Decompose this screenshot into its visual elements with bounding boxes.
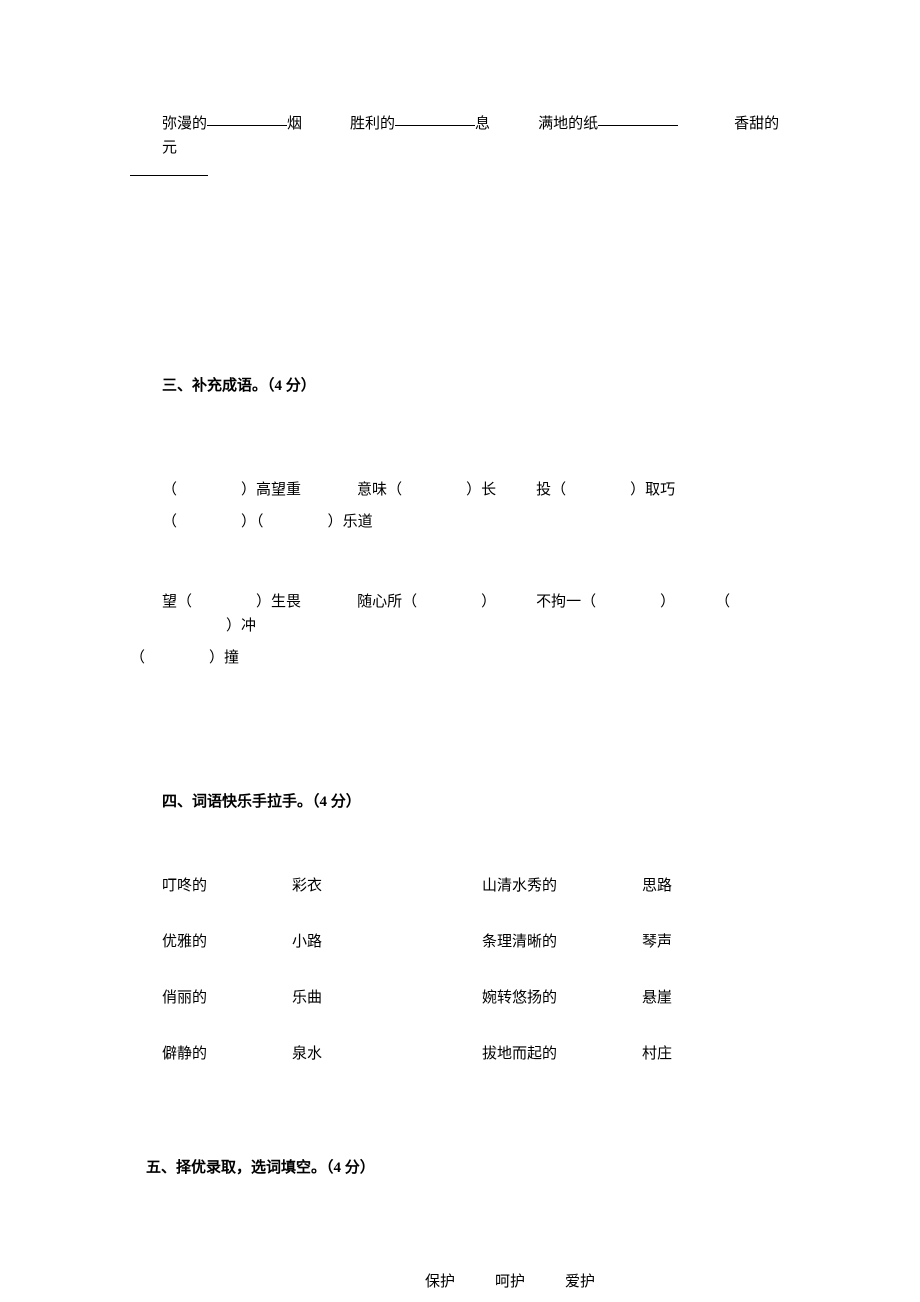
idiom-text: 取巧 [645, 482, 675, 498]
paren-close: ） [209, 650, 224, 666]
paren-open: （ [387, 482, 402, 498]
paren-close: ） [660, 594, 675, 610]
matching-row: 叮咚的 彩衣 山清水秀的 思路 [162, 874, 790, 898]
idiom-text: 撞 [224, 650, 239, 666]
idiom-text: 投 [536, 482, 551, 498]
match-left-word[interactable]: 叮咚的 [162, 874, 292, 898]
match-left-target[interactable]: 彩衣 [292, 874, 482, 898]
match-left-word[interactable]: 僻静的 [162, 1042, 292, 1066]
idiom-row-3: 望（）生畏随心所（）不拘一（）（）冲 [130, 590, 790, 638]
matching-section: 叮咚的 彩衣 山清水秀的 思路 优雅的 小路 条理清晰的 琴声 俏丽的 乐曲 婉… [130, 874, 790, 1066]
section-5-title: 五、择优录取，选词填空。（4 分） [130, 1156, 790, 1180]
section-4-title: 四、词语快乐手拉手。（4 分） [130, 790, 790, 814]
idiom-section: （）高望重意味（）长投（）取巧 （）（）乐道 望（）生畏随心所（）不拘一（）（）… [130, 478, 790, 670]
text-suffix-2: 息 [475, 116, 490, 132]
idiom-text: 随心所 [357, 594, 402, 610]
matching-row: 俏丽的 乐曲 婉转悠扬的 悬崖 [162, 986, 790, 1010]
idiom-text: 不拘一 [536, 594, 581, 610]
blank-input-4[interactable] [130, 158, 208, 176]
paren-open: （ [551, 482, 566, 498]
idiom-row-2: （）（）乐道 [130, 510, 790, 534]
match-right-target[interactable]: 悬崖 [642, 986, 722, 1010]
word-option: 爱护 [565, 1274, 595, 1290]
paren-close: ） [226, 618, 241, 634]
idiom-text: 高望重 [256, 482, 301, 498]
paren-open: （ [581, 594, 596, 610]
match-right-word[interactable]: 条理清晰的 [482, 930, 642, 954]
match-right-target[interactable]: 琴声 [642, 930, 722, 954]
idiom-row-4: （ ）撞 [130, 646, 790, 670]
paren-close: ） [630, 482, 645, 498]
word-option: 呵护 [495, 1274, 525, 1290]
idiom-text: 望 [162, 594, 177, 610]
fill-blank-section: 弥漫的烟胜利的息满地的纸香甜的元 [130, 110, 790, 186]
paren-close: ） [466, 482, 481, 498]
match-right-word[interactable]: 婉转悠扬的 [482, 986, 642, 1010]
match-left-target[interactable]: 泉水 [292, 1042, 482, 1066]
word-option: 保护 [425, 1274, 455, 1290]
paren-open: （ [256, 514, 264, 530]
idiom-text: 生畏 [271, 594, 301, 610]
word-options-row: 保护 呵护 爱护 [130, 1270, 790, 1294]
paren-close: ） [241, 482, 256, 498]
paren-open: （ [162, 514, 177, 530]
paren-close: ） [481, 594, 496, 610]
section-3-title: 三、补充成语。（4 分） [130, 374, 790, 398]
paren-close: ） [256, 594, 271, 610]
idiom-row-1: （）高望重意味（）长投（）取巧 [130, 478, 790, 502]
match-right-target[interactable]: 村庄 [642, 1042, 722, 1066]
blank-input-2[interactable] [395, 108, 475, 126]
text-prefix-2: 胜利的 [350, 116, 395, 132]
paren-open: （ [177, 594, 192, 610]
idiom-text: 意味 [357, 482, 387, 498]
match-left-word[interactable]: 俏丽的 [162, 986, 292, 1010]
match-right-word[interactable]: 拔地而起的 [482, 1042, 642, 1066]
paren-close: ） [328, 514, 343, 530]
text-prefix-1: 弥漫的 [162, 116, 207, 132]
matching-row: 僻静的 泉水 拔地而起的 村庄 [162, 1042, 790, 1066]
match-right-word[interactable]: 山清水秀的 [482, 874, 642, 898]
blank-input-1[interactable] [207, 108, 287, 126]
fill-blank-line-1: 弥漫的烟胜利的息满地的纸香甜的元 [130, 110, 790, 160]
paren-open: （ [162, 482, 177, 498]
match-left-word[interactable]: 优雅的 [162, 930, 292, 954]
fill-blank-line-2 [130, 160, 790, 186]
paren-open: （ [402, 594, 417, 610]
matching-row: 优雅的 小路 条理清晰的 琴声 [162, 930, 790, 954]
paren-open: （ [130, 650, 145, 666]
match-left-target[interactable]: 乐曲 [292, 986, 482, 1010]
idiom-text: 乐道 [343, 514, 373, 530]
blank-input-3[interactable] [598, 108, 678, 126]
paren-close: ） [241, 514, 256, 530]
text-prefix-3: 满地的纸 [538, 116, 598, 132]
text-suffix-1: 烟 [287, 116, 302, 132]
idiom-text: 冲 [241, 618, 256, 634]
paren-open: （ [715, 594, 730, 610]
idiom-text: 长 [481, 482, 496, 498]
match-right-target[interactable]: 思路 [642, 874, 722, 898]
match-left-target[interactable]: 小路 [292, 930, 482, 954]
